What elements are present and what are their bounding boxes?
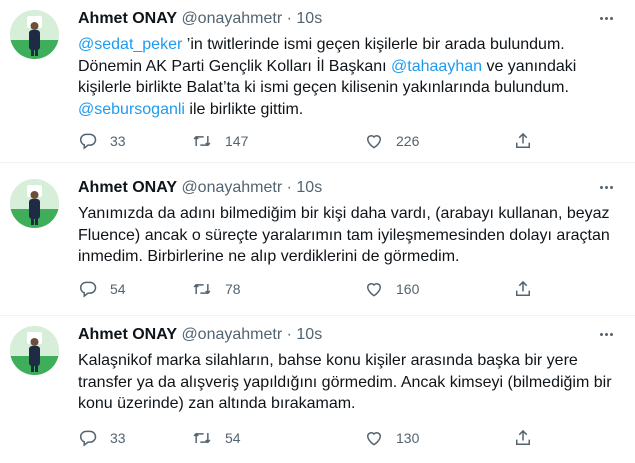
tweet[interactable]: Ahmet ONAY @onayahmetr · 10s Yanımızda d…	[0, 169, 635, 316]
like-button[interactable]: 226	[364, 131, 419, 151]
mention-link[interactable]: @sedat_peker	[78, 36, 182, 53]
reply-icon	[80, 430, 97, 447]
more-icon[interactable]	[595, 10, 617, 26]
like-icon	[366, 432, 382, 446]
reply-count: 33	[110, 133, 126, 149]
user-handle[interactable]: @onayahmetr	[181, 179, 282, 196]
action-bar: 33 54 130	[78, 428, 548, 448]
mention-link[interactable]: @sebursoganli	[78, 101, 185, 118]
tweet-text: Kalaşnikof marka silahların, bahse konu …	[78, 350, 628, 415]
share-button[interactable]	[513, 131, 533, 151]
more-icon[interactable]	[595, 179, 617, 195]
like-count: 130	[396, 430, 420, 446]
like-count: 160	[396, 281, 420, 297]
action-bar: 33 147 226	[78, 131, 548, 151]
tweet-feed: Ahmet ONAY @onayahmetr · 10s @sedat_peke…	[0, 0, 635, 463]
user-handle[interactable]: @onayahmetr	[181, 10, 282, 27]
like-button[interactable]: 130	[364, 428, 419, 448]
reply-count: 54	[110, 281, 126, 297]
retweet-icon	[193, 135, 211, 147]
tweet[interactable]: Ahmet ONAY @onayahmetr · 10s @sedat_peke…	[0, 0, 635, 163]
tweet-text-segment: Yanımızda da adını bilmediğim bir kişi d…	[78, 205, 610, 265]
timestamp[interactable]: 10s	[296, 10, 322, 27]
like-icon	[366, 135, 382, 149]
tweet-text-segment: ile birlikte gittim.	[184, 100, 304, 118]
action-bar: 54 78 160	[78, 279, 548, 299]
reply-button[interactable]: 33	[78, 428, 126, 448]
tweet-header: Ahmet ONAY @onayahmetr · 10s	[78, 178, 322, 198]
user-handle[interactable]: @onayahmetr	[181, 326, 282, 343]
retweet-count: 78	[225, 281, 241, 297]
reply-icon	[80, 281, 97, 298]
display-name[interactable]: Ahmet ONAY	[78, 326, 177, 343]
separator-dot: ·	[286, 326, 292, 343]
tweet-header: Ahmet ONAY @onayahmetr · 10s	[78, 9, 322, 29]
like-button[interactable]: 160	[364, 279, 419, 299]
reply-button[interactable]: 54	[78, 279, 126, 299]
tweet-text-segment: Kalaşnikof marka silahların, bahse konu …	[78, 352, 612, 412]
retweet-button[interactable]: 54	[191, 428, 241, 448]
retweet-button[interactable]: 78	[191, 279, 241, 299]
share-icon	[516, 429, 530, 445]
avatar[interactable]	[10, 179, 59, 228]
retweet-count: 147	[225, 133, 249, 149]
share-icon	[516, 132, 530, 148]
share-button[interactable]	[513, 279, 533, 299]
retweet-icon	[193, 432, 211, 444]
tweet-text: Yanımızda da adını bilmediğim bir kişi d…	[78, 203, 628, 268]
separator-dot: ·	[286, 179, 292, 196]
retweet-icon	[193, 283, 211, 295]
more-icon[interactable]	[595, 326, 617, 342]
reply-button[interactable]: 33	[78, 131, 126, 151]
reply-icon	[80, 133, 97, 150]
like-count: 226	[396, 133, 420, 149]
like-icon	[366, 283, 382, 297]
share-icon	[516, 280, 530, 296]
retweet-button[interactable]: 147	[191, 131, 248, 151]
avatar[interactable]	[10, 10, 59, 59]
display-name[interactable]: Ahmet ONAY	[78, 10, 177, 27]
mention-link[interactable]: @tahaayhan	[391, 58, 482, 75]
timestamp[interactable]: 10s	[296, 179, 322, 196]
tweet-text: @sedat_peker ’in twitlerinde ismi geçen …	[78, 34, 628, 120]
tweet-header: Ahmet ONAY @onayahmetr · 10s	[78, 325, 322, 345]
tweet[interactable]: Ahmet ONAY @onayahmetr · 10s Kalaşnikof …	[0, 316, 635, 463]
timestamp[interactable]: 10s	[296, 326, 322, 343]
retweet-count: 54	[225, 430, 241, 446]
display-name[interactable]: Ahmet ONAY	[78, 179, 177, 196]
reply-count: 33	[110, 430, 126, 446]
avatar[interactable]	[10, 326, 59, 375]
separator-dot: ·	[286, 10, 292, 27]
share-button[interactable]	[513, 428, 533, 448]
